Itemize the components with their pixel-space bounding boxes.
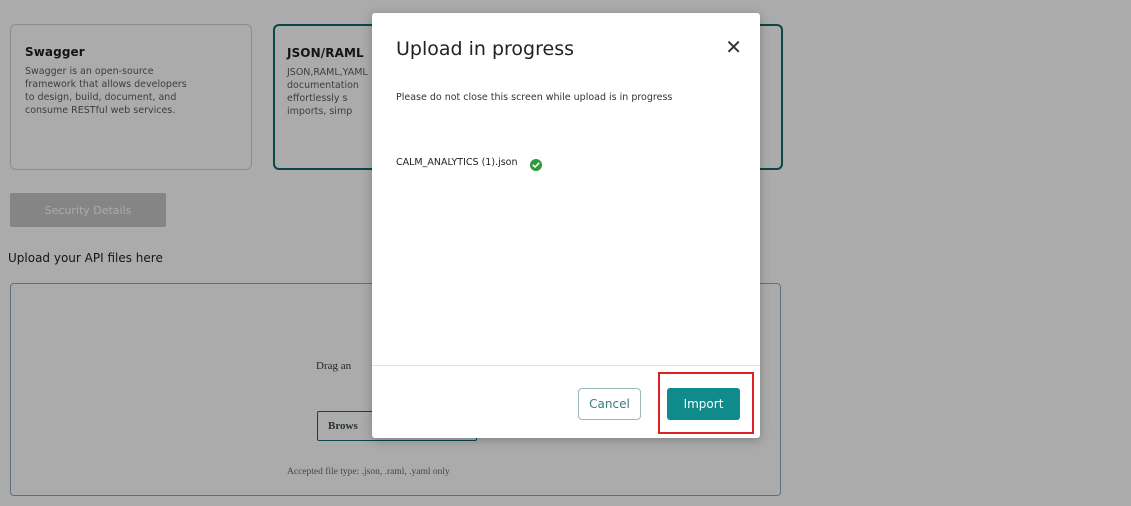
uploaded-file-row: CALM_ANALYTICS (1).json [396, 156, 542, 171]
cancel-button[interactable]: Cancel [578, 388, 641, 420]
file-name: CALM_ANALYTICS (1).json [396, 156, 518, 168]
success-check-icon [529, 156, 542, 171]
import-button[interactable]: Import [667, 388, 740, 420]
upload-progress-modal: Upload in progress ✕ Please do not close… [372, 13, 760, 438]
page: Swagger Swagger is an open-source framew… [0, 0, 1131, 506]
modal-message: Please do not close this screen while up… [396, 92, 673, 103]
modal-footer-divider [372, 365, 760, 366]
modal-title: Upload in progress [396, 38, 574, 60]
close-icon[interactable]: ✕ [725, 37, 742, 57]
